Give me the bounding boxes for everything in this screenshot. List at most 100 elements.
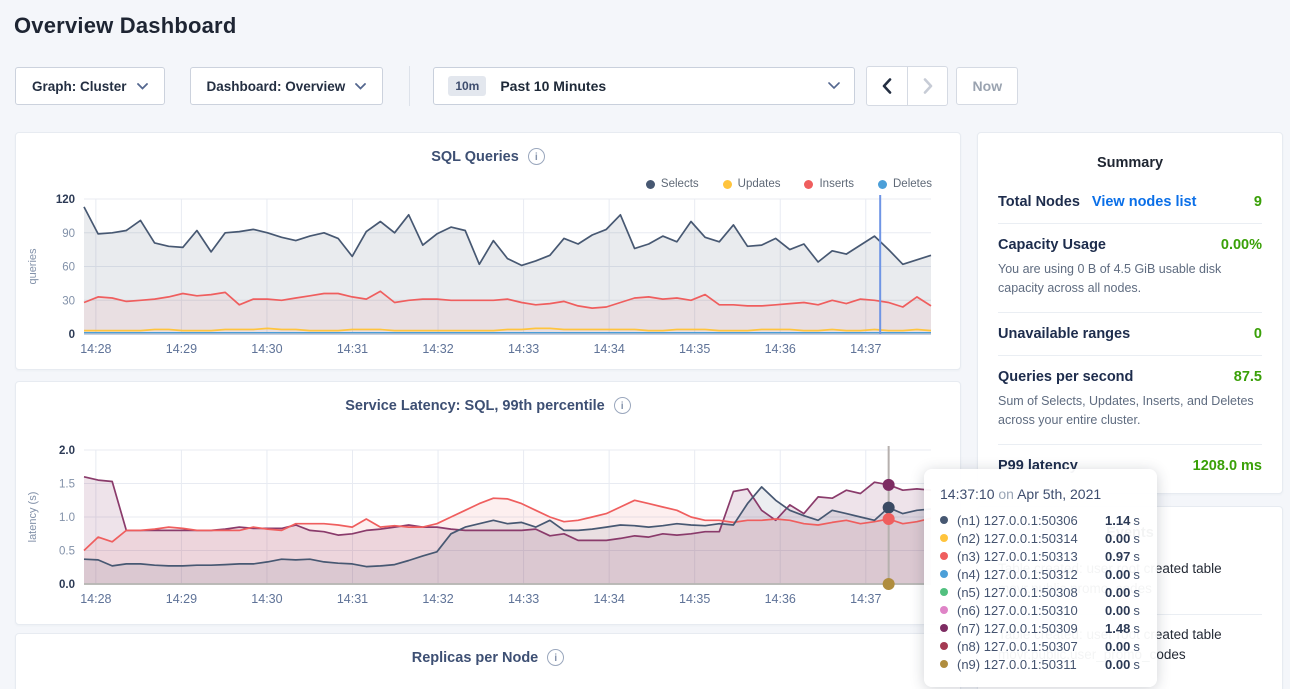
- node-color-dot: [940, 570, 948, 578]
- svg-text:14:34: 14:34: [593, 342, 624, 356]
- unavailable-ranges-value: 0: [1254, 326, 1262, 342]
- summary-heading: Summary: [998, 133, 1262, 181]
- node-latency-value: 0.00s: [1105, 531, 1140, 546]
- tooltip-row: (n3) 127.0.0.1:50313 0.97s: [940, 547, 1141, 565]
- summary-total-nodes-section: Total Nodes View nodes list 9: [998, 181, 1262, 223]
- tooltip-row: (n8) 127.0.0.1:50307 0.00s: [940, 637, 1141, 655]
- node-latency-value: 1.48s: [1105, 621, 1140, 636]
- unavailable-ranges-label: Unavailable ranges: [998, 326, 1130, 342]
- tooltip-node-list: (n1) 127.0.0.1:50306 1.14s (n2) 127.0.0.…: [940, 511, 1141, 673]
- time-range-badge: 10m: [448, 76, 486, 96]
- legend-dot: [804, 180, 813, 189]
- sql-queries-panel: SQL Queries i Selects Updates Inserts De…: [15, 132, 961, 370]
- total-nodes-label: Total Nodes: [998, 194, 1080, 210]
- legend-dot: [878, 180, 887, 189]
- tooltip-row: (n9) 127.0.0.1:50311 0.00s: [940, 655, 1141, 673]
- svg-text:14:29: 14:29: [166, 342, 197, 356]
- capacity-usage-value: 0.00%: [1221, 237, 1262, 253]
- time-range-selector[interactable]: 10m Past 10 Minutes: [433, 67, 855, 105]
- svg-text:14:28: 14:28: [80, 342, 111, 356]
- node-color-dot: [940, 516, 948, 524]
- controls-divider: [409, 66, 410, 106]
- summary-qps-section: Queries per second 87.5 Sum of Selects, …: [998, 355, 1262, 444]
- queries-per-second-description: Sum of Selects, Updates, Inserts, and De…: [998, 392, 1262, 431]
- service-latency-chart[interactable]: 14:2814:2914:3014:3114:3214:3314:3414:35…: [16, 440, 962, 622]
- legend-dot: [723, 180, 732, 189]
- tooltip-timestamp: 14:37:10 on Apr 5th, 2021: [940, 486, 1141, 502]
- graph-dropdown-label: Graph: Cluster: [32, 79, 127, 94]
- info-icon[interactable]: i: [614, 397, 631, 414]
- replicas-per-node-panel: Replicas per Node i: [15, 633, 961, 689]
- node-address: (n5) 127.0.0.1:50308: [957, 585, 1105, 600]
- dashboard-dropdown-label: Dashboard: Overview: [207, 79, 346, 94]
- now-button[interactable]: Now: [956, 67, 1018, 105]
- chevron-right-icon: [923, 78, 933, 94]
- dashboard-controls: Graph: Cluster Dashboard: Overview 10m P…: [15, 67, 1018, 105]
- svg-text:14:29: 14:29: [166, 592, 197, 606]
- node-latency-value: 0.00s: [1105, 567, 1140, 582]
- time-step-back-button[interactable]: [867, 67, 907, 105]
- svg-text:60: 60: [62, 262, 75, 274]
- node-latency-value: 0.00s: [1105, 603, 1140, 618]
- svg-text:14:30: 14:30: [251, 592, 282, 606]
- svg-text:14:36: 14:36: [765, 592, 796, 606]
- service-latency-panel: Service Latency: SQL, 99th percentile i …: [15, 381, 961, 625]
- queries-per-second-label: Queries per second: [998, 369, 1133, 385]
- svg-text:14:37: 14:37: [850, 342, 881, 356]
- capacity-usage-label: Capacity Usage: [998, 237, 1106, 253]
- dashboard-dropdown[interactable]: Dashboard: Overview: [190, 67, 384, 105]
- svg-text:0: 0: [69, 329, 75, 341]
- svg-text:14:32: 14:32: [422, 592, 453, 606]
- time-step-forward-button[interactable]: [907, 67, 947, 105]
- svg-text:14:35: 14:35: [679, 592, 710, 606]
- info-icon[interactable]: i: [528, 148, 545, 165]
- svg-text:1.5: 1.5: [59, 479, 75, 491]
- svg-text:2.0: 2.0: [59, 445, 75, 457]
- chart-title: Replicas per Node: [412, 650, 539, 666]
- chart-hover-tooltip: 14:37:10 on Apr 5th, 2021 (n1) 127.0.0.1…: [924, 469, 1157, 687]
- capacity-usage-description: You are using 0 B of 4.5 GiB usable disk…: [998, 260, 1262, 299]
- time-step-buttons: [866, 66, 948, 106]
- queries-per-second-value: 87.5: [1234, 369, 1262, 385]
- graph-dropdown[interactable]: Graph: Cluster: [15, 67, 165, 105]
- svg-text:14:31: 14:31: [337, 342, 368, 356]
- node-color-dot: [940, 606, 948, 614]
- svg-text:14:31: 14:31: [337, 592, 368, 606]
- node-address: (n6) 127.0.0.1:50310: [957, 603, 1105, 618]
- tooltip-row: (n1) 127.0.0.1:50306 1.14s: [940, 511, 1141, 529]
- node-color-dot: [940, 534, 948, 542]
- svg-text:14:33: 14:33: [508, 342, 539, 356]
- node-address: (n2) 127.0.0.1:50314: [957, 531, 1105, 546]
- summary-panel: Summary Total Nodes View nodes list 9 Ca…: [977, 132, 1283, 494]
- info-icon[interactable]: i: [547, 649, 564, 666]
- tooltip-row: (n6) 127.0.0.1:50310 0.00s: [940, 601, 1141, 619]
- node-color-dot: [940, 642, 948, 650]
- total-nodes-value: 9: [1254, 194, 1262, 210]
- svg-text:0.5: 0.5: [59, 546, 75, 558]
- svg-text:latency (s): latency (s): [27, 492, 39, 543]
- node-address: (n4) 127.0.0.1:50312: [957, 567, 1105, 582]
- sql-queries-chart[interactable]: 14:2814:2914:3014:3114:3214:3314:3414:35…: [16, 189, 962, 371]
- summary-unavailable-ranges-section: Unavailable ranges 0: [998, 312, 1262, 355]
- svg-text:14:36: 14:36: [765, 342, 796, 356]
- svg-text:14:28: 14:28: [80, 592, 111, 606]
- svg-text:14:30: 14:30: [251, 342, 282, 356]
- chart-title: SQL Queries: [431, 149, 519, 165]
- chart-title: Service Latency: SQL, 99th percentile: [345, 398, 605, 414]
- view-nodes-list-link[interactable]: View nodes list: [1092, 194, 1197, 210]
- node-color-dot: [940, 552, 948, 560]
- svg-text:120: 120: [56, 194, 75, 206]
- tooltip-row: (n4) 127.0.0.1:50312 0.00s: [940, 565, 1141, 583]
- node-color-dot: [940, 624, 948, 632]
- chevron-down-icon: [828, 82, 840, 90]
- legend-dot: [646, 180, 655, 189]
- svg-text:queries: queries: [27, 248, 39, 285]
- node-latency-value: 0.00s: [1105, 585, 1140, 600]
- node-latency-value: 0.97s: [1105, 549, 1140, 564]
- node-color-dot: [940, 660, 948, 668]
- time-range-label: Past 10 Minutes: [500, 78, 606, 94]
- svg-text:14:32: 14:32: [422, 342, 453, 356]
- p99-latency-value: 1208.0 ms: [1193, 458, 1262, 474]
- svg-text:14:37: 14:37: [850, 592, 881, 606]
- overview-dashboard-page: Overview Dashboard Graph: Cluster Dashbo…: [0, 0, 1290, 689]
